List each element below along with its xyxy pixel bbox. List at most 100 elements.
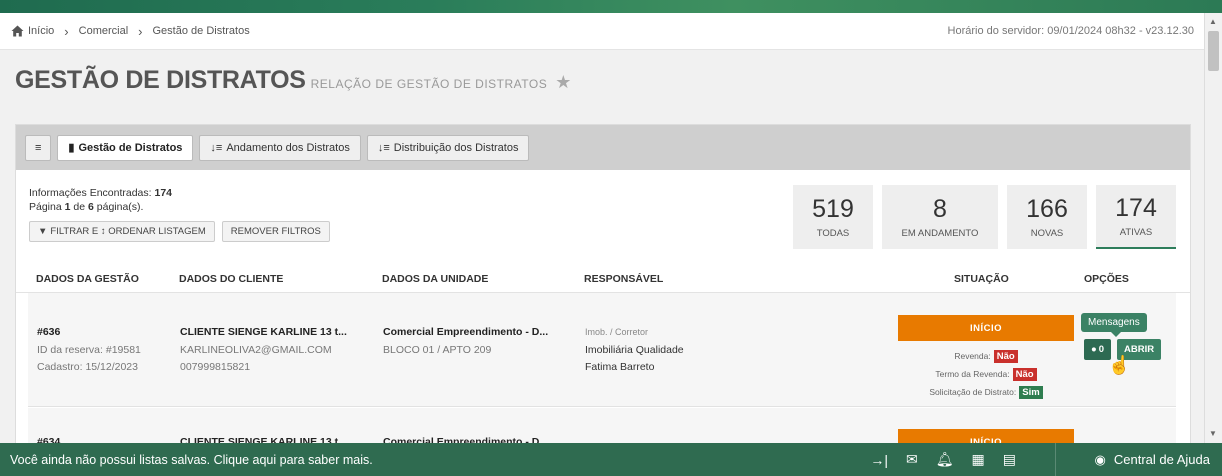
cell-cliente: CLIENTE SIENGE KARLINE 13 t... KARLINEOL… [180, 324, 347, 377]
page-current: 1 [64, 201, 71, 213]
flag-label: Solicitação de Distrato: [929, 387, 1017, 397]
stat-todas[interactable]: 519 TODAS [793, 185, 873, 249]
breadcrumb: Início › Comercial › Gestão de Distratos… [0, 13, 1204, 50]
message-count: 0 [1098, 344, 1105, 355]
resp-agency: Imobiliária Qualidade [585, 343, 684, 356]
chat-icon: ◉ [1094, 451, 1106, 467]
tab-gestao-distratos[interactable]: ▮ Gestão de Distratos [57, 134, 194, 161]
col-dados-unidade: DADOS DA UNIDADE [382, 272, 489, 285]
col-responsavel: RESPONSÁVEL [584, 272, 664, 285]
stat-label: EM ANDAMENTO [901, 228, 979, 239]
page-suffix: página(s). [96, 201, 144, 213]
status-badge: INÍCIO [898, 315, 1074, 341]
bell-icon[interactable]: 🔔︎ [936, 451, 954, 468]
stat-number: 519 [812, 195, 854, 223]
tab-distribuicao-distratos[interactable]: ↓≡ Distribuição dos Distratos [366, 134, 530, 161]
saved-lists-message[interactable]: Você ainda não possui listas salvas. Cli… [10, 453, 373, 467]
flag-termo-revenda: Termo da Revenda: Não [898, 365, 1074, 383]
tab-label: Gestão de Distratos [78, 141, 183, 154]
home-icon [11, 25, 24, 37]
server-time: Horário do servidor: 09/01/2024 08h32 - … [947, 25, 1194, 37]
page-mid: de [73, 201, 86, 213]
sort-icon: ↓≡ [210, 141, 223, 154]
breadcrumb-item-current: Gestão de Distratos [152, 25, 250, 37]
calculator-icon[interactable]: ▤ [1003, 451, 1016, 468]
unit-block: BLOCO 01 / APTO 209 [383, 343, 492, 356]
stat-number: 166 [1026, 195, 1068, 223]
scrollbar-thumb[interactable] [1208, 31, 1219, 71]
resp-name: Fatima Barreto [585, 361, 655, 373]
stat-novas[interactable]: 166 NOVAS [1007, 185, 1087, 249]
filter-button[interactable]: ▼ FILTRAR E ↕ ORDENAR LISTAGEM [29, 221, 215, 242]
breadcrumb-home-label: Início [28, 25, 55, 37]
tab-andamento-distratos[interactable]: ↓≡ Andamento dos Distratos [199, 134, 361, 161]
flag-revenda: Revenda: Não [898, 347, 1074, 365]
bookmark-icon: ▮ [68, 142, 75, 154]
cell-gestao: #636 ID da reserva: #19581 Cadastro: 15/… [37, 324, 141, 377]
flag-label: Termo da Revenda: [935, 369, 1010, 379]
flag-value: Não [1012, 367, 1037, 381]
calendar-icon[interactable]: ▦ [972, 451, 985, 468]
page-prefix: Página [29, 201, 62, 213]
scroll-up-icon[interactable]: ▲ [1209, 17, 1217, 26]
cell-unidade: Comercial Empreendimento - D... BLOCO 01… [383, 324, 548, 359]
unit-name: Comercial Empreendimento - D... [383, 326, 549, 338]
filter-actions: ▼ FILTRAR E ↕ ORDENAR LISTAGEM REMOVER F… [29, 221, 330, 242]
table-header: DADOS DA GESTÃO DADOS DO CLIENTE DADOS D… [16, 265, 1190, 293]
help-center-button[interactable]: ◉ Central de Ajuda [1095, 443, 1210, 476]
table-row[interactable]: #634 CLIENTE SIENGE KARLINE 13 t... Come… [28, 408, 1176, 443]
page-title: GESTÃO DE DISTRATOS [15, 66, 306, 94]
stat-label: TODAS [816, 228, 850, 239]
resp-role: Imob. / Corretor [585, 327, 649, 337]
open-button-label: ABRIR [1124, 344, 1155, 355]
tab-label: Distribuição dos Distratos [393, 141, 519, 154]
col-opcoes: OPÇÕES [1084, 272, 1129, 285]
flag-value: Não [993, 349, 1018, 363]
scroll-down-icon[interactable]: ▼ [1209, 429, 1217, 438]
col-situacao: SITUAÇÃO [954, 272, 1009, 285]
scrollbar[interactable]: ▲ ▼ [1204, 13, 1222, 443]
sort-icon: ↓≡ [377, 141, 390, 154]
collapse-icon[interactable]: →| [870, 452, 888, 468]
client-name: CLIENTE SIENGE KARLINE 13 t... [180, 326, 347, 338]
table-row[interactable]: #636 ID da reserva: #19581 Cadastro: 15/… [28, 293, 1176, 407]
client-email: KARLINEOLIVA2@GMAIL.COM [180, 343, 332, 356]
breadcrumb-home[interactable]: Início [11, 25, 54, 37]
found-label: Informações Encontradas: [29, 187, 152, 199]
chevron-right-icon: › [138, 23, 143, 39]
tooltip: Mensagens [1081, 313, 1147, 337]
col-dados-cliente: DADOS DO CLIENTE [179, 272, 284, 285]
remove-filters-button[interactable]: REMOVER FILTROS [221, 221, 330, 242]
notification-add-icon[interactable]: ✉ [906, 451, 918, 468]
stats-cards: 519 TODAS 8 EM ANDAMENTO 166 NOVAS 174 A… [793, 185, 1176, 249]
filter-button-label: FILTRAR E ↕ ORDENAR LISTAGEM [50, 226, 206, 237]
messages-button[interactable]: ● 0 [1084, 339, 1112, 360]
stat-em-andamento[interactable]: 8 EM ANDAMENTO [882, 185, 998, 249]
flag-label: Revenda: [954, 351, 991, 361]
stat-label: ATIVAS [1119, 227, 1153, 238]
tab-label: Andamento dos Distratos [226, 141, 350, 154]
stat-number: 8 [933, 195, 947, 223]
client-phone: 007999815821 [180, 361, 251, 373]
flag-solicitacao: Solicitação de Distrato: Sim [898, 383, 1074, 401]
top-banner [0, 0, 1222, 13]
divider [1055, 443, 1056, 476]
comments-icon: ● [1091, 344, 1097, 355]
col-dados-gestao: DADOS DA GESTÃO [36, 272, 139, 285]
star-icon[interactable]: ★ [555, 72, 571, 93]
stat-number: 174 [1115, 194, 1157, 222]
reserva-id: ID da reserva: #19581 [37, 343, 141, 356]
stat-ativas[interactable]: 174 ATIVAS [1096, 185, 1176, 249]
page-subtitle: RELAÇÃO DE GESTÃO DE DISTRATOS [310, 77, 548, 91]
flag-value: Sim [1019, 385, 1043, 399]
cell-responsavel: Imob. / Corretor Imobiliária Qualidade F… [585, 324, 684, 377]
footer-icons: →| ✉ 🔔︎ ▦ ▤ [870, 443, 1016, 476]
menu-button[interactable]: ≡ [25, 134, 52, 161]
tab-bar: ≡ ▮ Gestão de Distratos ↓≡ Andamento dos… [16, 125, 1190, 170]
footer-bar: Você ainda não possui listas salvas. Cli… [0, 443, 1222, 476]
page-total: 6 [88, 201, 94, 213]
breadcrumb-item-comercial[interactable]: Comercial [79, 25, 129, 37]
gestao-id: #636 [37, 326, 61, 338]
found-count: 174 [154, 187, 173, 199]
menu-icon: ≡ [35, 141, 42, 154]
